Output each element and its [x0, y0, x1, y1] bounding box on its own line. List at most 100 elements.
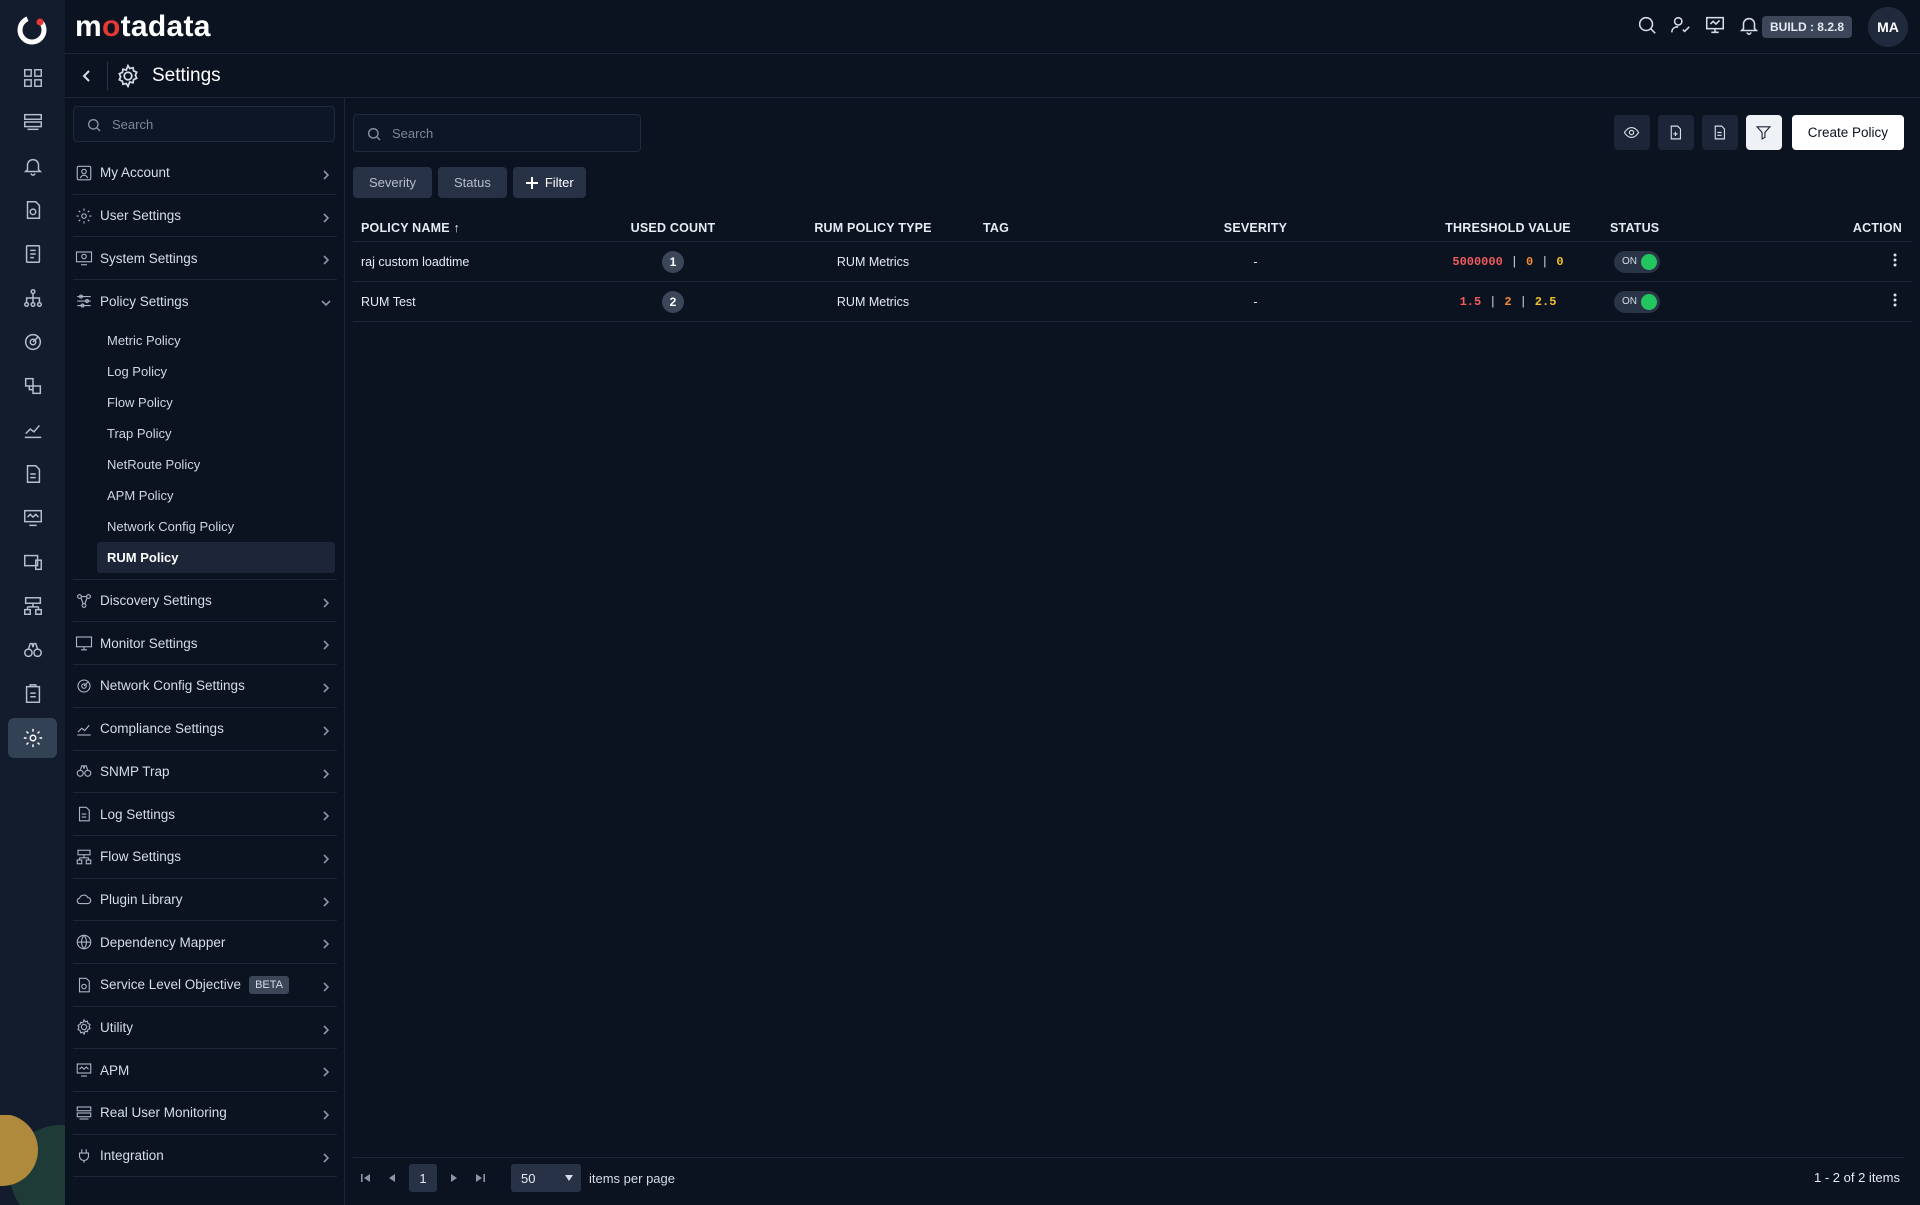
build-badge: BUILD : 8.2.8	[1761, 16, 1852, 38]
prev-page-icon[interactable]	[379, 1164, 405, 1192]
dashboard-icon[interactable]	[8, 58, 57, 98]
topology-icon[interactable]	[8, 278, 57, 318]
col-tag[interactable]: TAG	[973, 221, 1103, 235]
col-used-count[interactable]: USED COUNT	[573, 221, 773, 235]
radar-icon[interactable]	[8, 322, 57, 362]
create-policy-button[interactable]: Create Policy	[1791, 115, 1904, 150]
sidebar-search-input[interactable]	[112, 107, 327, 141]
sidebar-item-dependency-mapper[interactable]: Dependency Mapper	[73, 921, 337, 964]
sidebar-item-system-settings[interactable]: System Settings	[73, 237, 337, 281]
sidebar-item-policy-settings[interactable]: Policy Settings	[73, 280, 337, 323]
col-threshold-value[interactable]: THRESHOLD VALUE	[1408, 221, 1608, 235]
current-page[interactable]: 1	[409, 1164, 437, 1192]
motadata-logo-icon[interactable]	[16, 14, 48, 46]
chevron-right-icon	[321, 1107, 331, 1120]
last-page-icon[interactable]	[467, 1164, 493, 1192]
col-policy-name[interactable]: POLICY NAME ↑	[353, 221, 573, 235]
device-icon[interactable]	[8, 542, 57, 582]
sidebar-item-my-account[interactable]: My Account	[73, 152, 337, 195]
back-button[interactable]	[75, 64, 99, 88]
policy-name[interactable]: RUM Test	[353, 295, 573, 309]
sidebar-item-label: Log Settings	[100, 806, 176, 822]
chevron-right-icon	[321, 766, 331, 779]
threshold-warning: 2.5	[1534, 294, 1557, 309]
sidebar-item-label: Utility	[100, 1019, 133, 1035]
policy-type: RUM Metrics	[836, 254, 910, 269]
more-vertical-icon[interactable]	[1888, 292, 1902, 308]
bell-icon[interactable]	[1738, 14, 1760, 36]
search-icon	[88, 119, 101, 132]
report-icon[interactable]	[8, 454, 57, 494]
alerts-icon[interactable]	[8, 146, 57, 186]
policy-name[interactable]: raj custom loadtime	[353, 255, 573, 269]
chevron-right-icon	[321, 936, 331, 949]
next-page-icon[interactable]	[441, 1164, 467, 1192]
audit-icon[interactable]	[8, 674, 57, 714]
sidebar-item-network-config-settings[interactable]: Network Config Settings	[73, 665, 337, 708]
log-icon[interactable]	[8, 234, 57, 274]
submenu-item-network-config-policy[interactable]: Network Config Policy	[97, 511, 335, 542]
pdf-icon	[1670, 125, 1682, 140]
apm-monitor-icon[interactable]	[8, 498, 57, 538]
submenu-item-metric-policy[interactable]: Metric Policy	[97, 325, 335, 356]
inventory-icon[interactable]	[8, 102, 57, 142]
table-row[interactable]: raj custom loadtime 1 RUM Metrics - 5000…	[353, 242, 1912, 282]
metrics-chart-icon[interactable]	[8, 410, 57, 450]
sidebar-item-compliance-settings[interactable]: Compliance Settings	[73, 708, 337, 751]
sidebar-item-log-settings[interactable]: Log Settings	[73, 793, 337, 836]
policy-doc-icon[interactable]	[8, 190, 57, 230]
used-count-badge[interactable]: 2	[662, 290, 684, 313]
filter-toggle-button[interactable]	[1745, 115, 1782, 150]
per-page-select[interactable]: 50	[511, 1164, 581, 1192]
status-toggle[interactable]: ON	[1614, 250, 1660, 273]
sidebar-item-flow-settings[interactable]: Flow Settings	[73, 836, 337, 879]
avatar[interactable]: MA	[1868, 7, 1908, 47]
policy-type: RUM Metrics	[836, 294, 910, 309]
col-severity[interactable]: SEVERITY	[1103, 221, 1408, 235]
sidebar-item-discovery-settings[interactable]: Discovery Settings	[73, 580, 337, 623]
more-vertical-icon[interactable]	[1888, 252, 1902, 268]
status-filter[interactable]: Status	[437, 167, 507, 198]
submenu-item-apm-policy[interactable]: APM Policy	[97, 480, 335, 511]
apm-icon	[75, 1061, 93, 1079]
submenu-item-log-policy[interactable]: Log Policy	[97, 356, 335, 387]
config-icon[interactable]	[8, 366, 57, 406]
flow-icon[interactable]	[8, 586, 57, 626]
chevron-down-icon	[321, 295, 331, 307]
rum-icon	[75, 1104, 93, 1122]
submenu-item-netroute-policy[interactable]: NetRoute Policy	[97, 449, 335, 480]
sidebar-item-user-settings[interactable]: User Settings	[73, 195, 337, 238]
used-count-badge[interactable]: 1	[662, 250, 684, 273]
sidebar-item-utility[interactable]: Utility	[73, 1007, 337, 1050]
submenu-item-flow-policy[interactable]: Flow Policy	[97, 387, 335, 418]
add-filter-button[interactable]: Filter	[512, 167, 586, 198]
sidebar-item-integration[interactable]: Integration	[73, 1135, 337, 1178]
export-pdf-button[interactable]	[1657, 115, 1694, 150]
page-header: Settings	[65, 54, 1920, 98]
sidebar-item-snmp-trap[interactable]: SNMP Trap	[73, 751, 337, 794]
sidebar-item-service-level-objective[interactable]: Service Level Objective BETA	[73, 964, 337, 1007]
submenu-item-trap-policy[interactable]: Trap Policy	[97, 418, 335, 449]
cloud-icon	[75, 890, 93, 908]
table-row[interactable]: RUM Test 2 RUM Metrics - 1.5 | 2 | 2.5 ON	[353, 282, 1912, 322]
severity-filter[interactable]: Severity	[353, 167, 432, 198]
status-toggle[interactable]: ON	[1614, 290, 1660, 313]
settings-gear-icon[interactable]	[8, 718, 57, 758]
monitor-icon[interactable]	[1704, 14, 1726, 36]
decorative-blob	[0, 1115, 65, 1205]
user-check-icon[interactable]	[1670, 14, 1692, 36]
export-csv-button[interactable]	[1701, 115, 1738, 150]
view-button[interactable]	[1613, 115, 1650, 150]
sidebar-item-plugin-library[interactable]: Plugin Library	[73, 879, 337, 922]
sidebar-item-monitor-settings[interactable]: Monitor Settings	[73, 622, 337, 666]
col-status[interactable]: STATUS	[1608, 221, 1748, 235]
first-page-icon[interactable]	[353, 1164, 379, 1192]
col-rum-policy-type[interactable]: RUM POLICY TYPE	[773, 221, 973, 235]
search-icon[interactable]	[1636, 14, 1658, 36]
submenu-item-rum-policy[interactable]: RUM Policy	[97, 541, 335, 573]
binoculars-icon[interactable]	[8, 630, 57, 670]
policy-search-input[interactable]	[392, 115, 632, 151]
caret-down-icon	[565, 1175, 573, 1181]
sidebar-item-real-user-monitoring[interactable]: Real User Monitoring	[73, 1092, 337, 1135]
sidebar-item-apm[interactable]: APM	[73, 1049, 337, 1092]
